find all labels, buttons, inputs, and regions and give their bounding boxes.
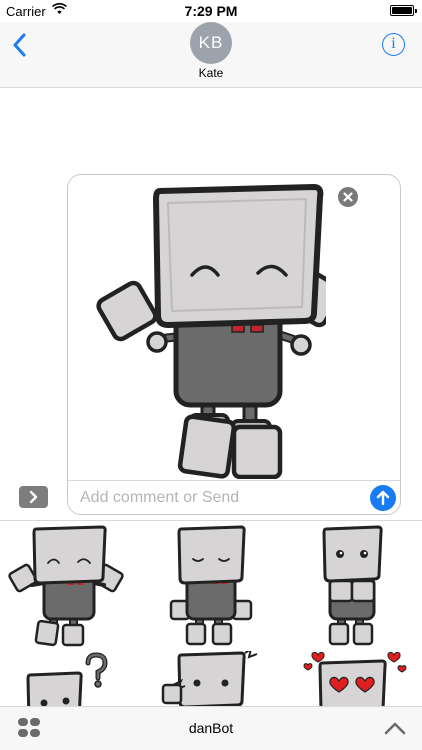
contact-name[interactable]: Kate — [0, 66, 422, 80]
contact-avatar[interactable]: KB — [190, 22, 232, 64]
chevron-up-icon[interactable] — [384, 720, 406, 736]
sticker-cute[interactable] — [282, 521, 422, 656]
app-drawer-bar: danBot — [0, 706, 422, 750]
sticker-confused[interactable] — [0, 651, 140, 706]
sticker-sparky[interactable] — [141, 651, 281, 706]
sticker-drawer — [0, 520, 422, 706]
robot-sparky-image — [161, 651, 258, 706]
robot-happy-image — [8, 525, 124, 647]
messages-screen: Carrier 7:29 PM KB Kate i Add comment or… — [0, 0, 422, 750]
sticker-happy[interactable] — [0, 521, 140, 656]
sticker-calm[interactable] — [141, 521, 281, 656]
robot-cute-image — [322, 525, 383, 646]
robot-love-image — [303, 652, 407, 706]
close-icon — [343, 192, 353, 202]
status-bar: Carrier 7:29 PM — [0, 0, 422, 22]
conversation-header: KB Kate i — [0, 22, 422, 88]
expand-button[interactable] — [19, 486, 48, 508]
compose-divider — [68, 480, 400, 481]
remove-sticker-button[interactable] — [338, 187, 358, 207]
send-button[interactable] — [370, 485, 396, 511]
compose-box — [67, 174, 401, 515]
robot-confused-image — [26, 652, 108, 706]
robot-sticker-happy-preview[interactable] — [96, 179, 326, 479]
info-icon[interactable]: i — [382, 33, 405, 56]
battery-icon — [390, 5, 417, 16]
app-name-label: danBot — [188, 720, 234, 736]
clock-time: 7:29 PM — [184, 3, 238, 19]
back-chevron-icon[interactable] — [10, 32, 30, 58]
robot-calm-image — [169, 525, 253, 646]
expand-chevron-icon — [29, 490, 38, 504]
comment-input[interactable] — [80, 483, 360, 513]
send-arrow-icon — [376, 490, 390, 506]
sticker-love[interactable] — [282, 651, 422, 706]
